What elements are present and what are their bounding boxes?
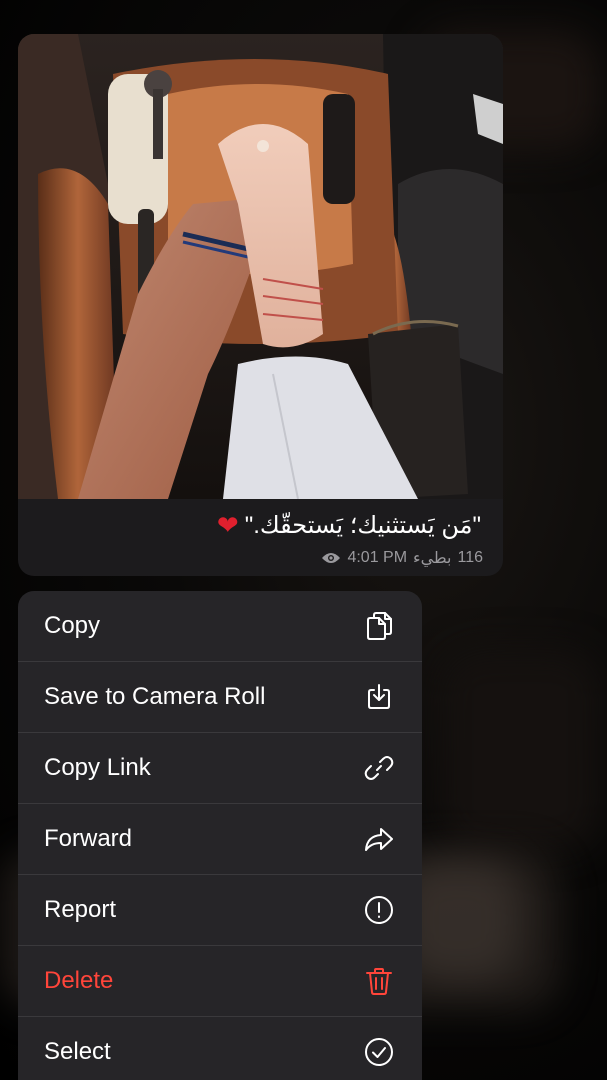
menu-item-label: Report: [44, 896, 117, 923]
background-blur: [440, 650, 600, 850]
eye-icon: [321, 551, 341, 565]
report-icon: [362, 893, 396, 927]
menu-item-report[interactable]: Report: [18, 875, 422, 946]
message-bubble[interactable]: "مَن يَستثنيك؛ يَستحقّك." ❤ 4:01 PM بطيء…: [18, 34, 503, 576]
menu-item-copy-link[interactable]: Copy Link: [18, 733, 422, 804]
menu-item-label: Copy Link: [44, 754, 151, 781]
forward-icon: [362, 822, 396, 856]
menu-item-label: Save to Camera Roll: [44, 683, 266, 710]
view-count: 116: [457, 549, 483, 566]
menu-item-label: Copy: [44, 612, 101, 639]
message-time: 4:01 PM: [347, 549, 408, 566]
context-menu: Copy Save to Camera Roll Copy Link Forwa…: [18, 591, 422, 1080]
menu-item-label: Forward: [44, 825, 133, 852]
checkmark-circle-icon: [362, 1035, 396, 1069]
menu-item-delete[interactable]: Delete: [18, 946, 422, 1017]
caption-text: "مَن يَستثنيك؛ يَستحقّك.": [244, 512, 481, 539]
link-icon: [362, 751, 396, 785]
screen: "مَن يَستثنيك؛ يَستحقّك." ❤ 4:01 PM بطيء…: [0, 0, 607, 1080]
menu-item-save-to-camera-roll[interactable]: Save to Camera Roll: [18, 662, 422, 733]
menu-item-label: Select: [44, 1038, 111, 1065]
message-photo[interactable]: [18, 34, 503, 499]
trash-icon: [362, 964, 396, 998]
menu-item-copy[interactable]: Copy: [18, 591, 422, 662]
message-meta: 4:01 PM بطيء 116: [321, 548, 483, 568]
save-icon: [362, 680, 396, 714]
menu-item-label: Delete: [44, 967, 114, 994]
message-caption: "مَن يَستثنيك؛ يَستحقّك." ❤: [217, 510, 481, 541]
menu-item-forward[interactable]: Forward: [18, 804, 422, 875]
copy-icon: [362, 609, 396, 643]
menu-item-select[interactable]: Select: [18, 1017, 422, 1080]
edited-label: بطيء: [413, 550, 452, 567]
heart-emoji: ❤: [216, 510, 239, 540]
